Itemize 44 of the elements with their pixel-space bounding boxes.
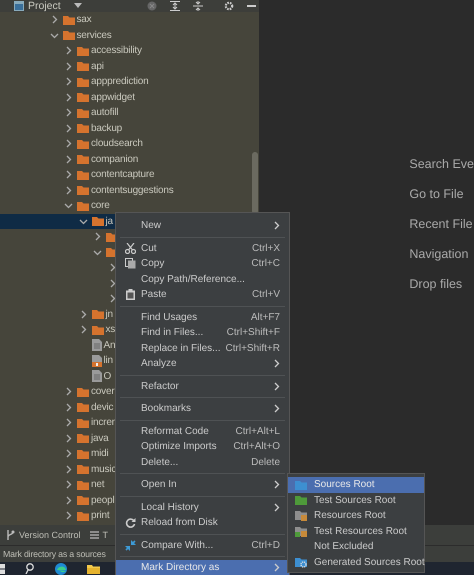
tree-item-label: lin xyxy=(104,355,113,366)
tree-item-label: companion xyxy=(91,154,138,165)
tree-item-label: contentsuggestions xyxy=(91,184,174,196)
tree-item-label: print xyxy=(91,510,110,522)
tree-item-label: sax xyxy=(76,14,92,26)
shortcut-label: Ctrl+D xyxy=(251,540,280,551)
editor-hint-text: Go to File xyxy=(409,187,465,202)
tree-item-label: music xyxy=(91,464,116,475)
shortcut-label: Ctrl+Shift+F xyxy=(226,327,280,338)
tree-item-label: services xyxy=(76,30,112,41)
tree-item-label: O xyxy=(104,370,112,382)
shortcut-label: Alt+F7 xyxy=(250,312,280,323)
tree-item-label: midi xyxy=(91,448,109,460)
shortcut-label: Ctrl+V xyxy=(252,289,280,300)
editor-hint-text: Drop files xyxy=(409,277,464,292)
tree-item-label: net xyxy=(91,479,104,490)
tree-item-label: contentcapture xyxy=(91,169,154,180)
editor-hint-text: Recent File xyxy=(409,217,474,232)
tree-item-label: cloudsearch xyxy=(91,138,143,150)
tree-item-label: devic xyxy=(91,402,114,413)
shortcut-label: Ctrl+Alt+L xyxy=(236,426,280,437)
tree-item-label: xs xyxy=(106,324,116,336)
status-text: Mark directory as a sources xyxy=(3,549,106,559)
tree-item-label: java xyxy=(91,432,109,444)
tree-item-label: appwidget xyxy=(91,92,135,103)
tree-item-label: increr xyxy=(91,417,115,428)
tree-item-label: ja xyxy=(106,216,113,227)
shortcut-label: Ctrl+Alt+O xyxy=(233,441,280,452)
shortcut-label: Ctrl+X xyxy=(252,242,280,254)
shortcut-label: Ctrl+Shift+R xyxy=(226,342,280,354)
tree-item-label: api xyxy=(91,60,104,72)
shortcut-label: Delete xyxy=(251,456,280,468)
tree-item-label: autofill xyxy=(91,107,118,118)
tree-item-label: accessibility xyxy=(91,45,142,56)
tree-item-label: peopl xyxy=(91,494,114,506)
tree-item-label: cover xyxy=(91,386,114,398)
tree-item-label: backup xyxy=(91,122,122,134)
editor-hint-text: Search Eve xyxy=(409,157,474,172)
tree-item-label: appprediction xyxy=(91,76,148,88)
tree-item-label: An xyxy=(104,340,116,351)
shortcut-label: Ctrl+C xyxy=(251,258,280,270)
tree-item-label: jn xyxy=(106,308,113,320)
editor-hint-text: Navigation xyxy=(409,247,470,262)
tree-item-label: core xyxy=(91,200,110,212)
